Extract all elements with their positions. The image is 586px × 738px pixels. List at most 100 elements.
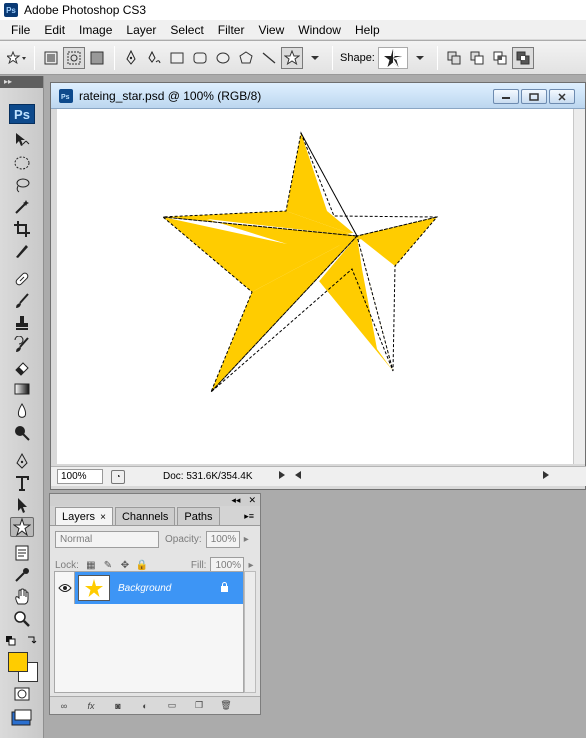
rounded-rectangle-icon[interactable]	[189, 47, 211, 69]
adjustment-layer-icon[interactable]: ◐	[137, 700, 153, 712]
add-layer-mask-icon[interactable]: ◙	[110, 700, 126, 712]
trash-icon[interactable]: 🗑	[218, 700, 234, 712]
close-panel-icon[interactable]: ✕	[248, 495, 256, 506]
elliptical-marquee-tool-icon[interactable]	[10, 153, 34, 173]
intersect-shape-areas-icon[interactable]	[489, 47, 511, 69]
toolbox-collapse-icon[interactable]: ▸▸	[0, 76, 43, 88]
clone-stamp-tool-icon[interactable]	[10, 313, 34, 333]
status-arrow-icon[interactable]	[278, 471, 287, 482]
rectangle-icon[interactable]	[166, 47, 188, 69]
polygon-icon[interactable]	[235, 47, 257, 69]
close-icon[interactable]	[549, 89, 575, 104]
collapse-panel-icon[interactable]: ◂◂	[231, 495, 240, 506]
tab-close-icon[interactable]: ×	[100, 512, 106, 523]
app-title: Adobe Photoshop CS3	[24, 3, 147, 17]
geometry-options-dropdown-icon[interactable]	[304, 47, 326, 69]
ellipse-icon[interactable]	[212, 47, 234, 69]
new-layer-icon[interactable]: ❐	[191, 700, 207, 712]
quick-mask-mode-icon[interactable]	[10, 684, 34, 704]
freeform-pen-icon[interactable]	[143, 47, 165, 69]
type-tool-icon[interactable]	[10, 473, 34, 493]
scroll-right-icon[interactable]	[542, 471, 553, 482]
notes-tool-icon[interactable]	[10, 543, 34, 563]
blend-mode-select[interactable]: Normal	[55, 530, 159, 548]
magic-wand-tool-icon[interactable]	[10, 197, 34, 217]
custom-shape-icon[interactable]	[281, 46, 303, 69]
status-menu-icon[interactable]: ◔	[111, 469, 125, 484]
options-separator	[114, 45, 115, 70]
menu-image[interactable]: Image	[72, 23, 119, 37]
slice-tool-icon[interactable]	[10, 241, 34, 261]
tab-channels[interactable]: Channels	[114, 507, 176, 525]
shape-layers-mode-icon[interactable]	[40, 47, 62, 69]
shape-picker-star-icon[interactable]	[377, 46, 408, 69]
line-icon[interactable]	[258, 47, 280, 69]
paths-mode-icon[interactable]	[63, 46, 85, 69]
layer-name[interactable]: Background	[118, 583, 220, 594]
path-selection-tool-icon[interactable]	[10, 495, 34, 515]
tab-paths[interactable]: Paths	[177, 507, 220, 525]
exclude-overlapping-shape-areas-icon[interactable]	[511, 46, 534, 69]
fill-pixels-mode-icon[interactable]	[86, 47, 108, 69]
fill-label: Fill:	[190, 559, 207, 571]
opacity-field[interactable]: 100%	[205, 530, 240, 548]
pen-icon[interactable]	[120, 47, 142, 69]
lock-transparent-pixels-icon[interactable]: ▦	[85, 559, 97, 571]
document-canvas[interactable]	[57, 109, 574, 464]
options-separator	[436, 45, 438, 70]
move-tool-icon[interactable]	[10, 130, 34, 150]
zoom-level-field[interactable]: 100%	[57, 469, 103, 484]
eye-visibility-icon[interactable]	[55, 572, 75, 604]
default-and-swap-colors-icon[interactable]	[4, 631, 38, 651]
document-size-info: Doc: 531.6K/354.4K	[163, 471, 253, 482]
lock-position-icon[interactable]: ✥	[119, 559, 131, 571]
blur-tool-icon[interactable]	[10, 401, 34, 421]
healing-brush-tool-icon[interactable]	[10, 269, 34, 289]
panel-tabs: Layers × Channels Paths ▸≡	[50, 506, 260, 526]
menu-view[interactable]: View	[251, 23, 291, 37]
layer-style-fx-icon[interactable]: fx	[83, 700, 99, 712]
brush-tool-icon[interactable]	[10, 291, 34, 311]
foreground-color-swatch[interactable]	[8, 652, 28, 672]
menu-file[interactable]: File	[4, 23, 37, 37]
lasso-tool-icon[interactable]	[10, 175, 34, 195]
hand-tool-icon[interactable]	[10, 587, 34, 607]
menu-filter[interactable]: Filter	[211, 23, 252, 37]
history-brush-tool-icon[interactable]	[10, 335, 34, 355]
document-vertical-scrollbar[interactable]	[573, 109, 585, 464]
eyedropper-tool-icon[interactable]	[10, 565, 34, 585]
document-title: rateing_star.psd @ 100% (RGB/8)	[79, 88, 262, 103]
pen-tool-icon[interactable]	[10, 451, 34, 471]
crop-tool-icon[interactable]	[10, 219, 34, 239]
lock-all-icon[interactable]: 🔒	[136, 559, 148, 571]
menu-select[interactable]: Select	[163, 23, 210, 37]
shape-picker-dropdown-icon[interactable]	[409, 47, 431, 69]
zoom-tool-icon[interactable]	[10, 609, 34, 629]
fill-slider-arrow-icon[interactable]: ▸	[248, 560, 253, 571]
layer-row-background[interactable]: Background	[55, 572, 243, 604]
photoshop-logo[interactable]: Ps	[9, 104, 35, 124]
tool-preset-picker-icon[interactable]	[6, 47, 28, 69]
screen-mode-icon[interactable]	[10, 708, 34, 728]
scroll-left-icon[interactable]	[294, 471, 305, 482]
new-group-folder-icon[interactable]: ▭	[164, 700, 180, 712]
opacity-slider-arrow-icon[interactable]: ▸	[244, 534, 249, 545]
menu-layer[interactable]: Layer	[119, 23, 163, 37]
link-layers-icon[interactable]: ∞	[56, 700, 72, 712]
panel-menu-icon[interactable]: ▸≡	[244, 511, 254, 525]
subtract-from-shape-area-icon[interactable]	[466, 47, 488, 69]
add-to-shape-area-icon[interactable]	[443, 47, 465, 69]
menu-help[interactable]: Help	[348, 23, 387, 37]
layers-panel: ◂◂ ✕ Layers × Channels Paths ▸≡ Normal O…	[49, 493, 261, 715]
minimize-icon[interactable]	[493, 89, 519, 104]
custom-shape-tool-icon[interactable]	[10, 517, 34, 537]
maximize-icon[interactable]	[521, 89, 547, 104]
eraser-tool-icon[interactable]	[10, 357, 34, 377]
lock-image-pixels-icon[interactable]: ✎	[102, 559, 114, 571]
tab-layers[interactable]: Layers ×	[55, 507, 113, 525]
dodge-tool-icon[interactable]	[10, 423, 34, 443]
menu-window[interactable]: Window	[291, 23, 348, 37]
layers-scrollbar[interactable]	[244, 571, 256, 693]
menu-edit[interactable]: Edit	[37, 23, 72, 37]
gradient-tool-icon[interactable]	[10, 379, 34, 399]
